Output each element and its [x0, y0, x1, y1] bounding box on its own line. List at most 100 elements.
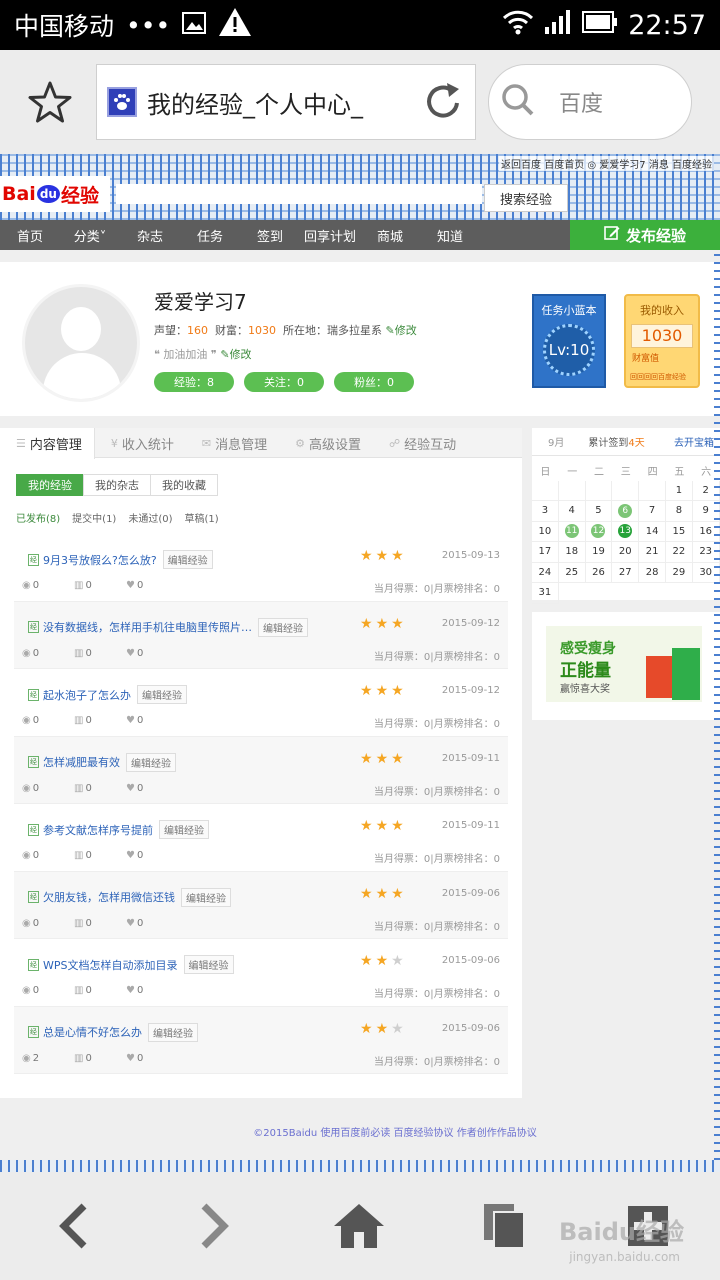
promo-banner[interactable]: 感受瘦身 正能量 赢惊喜大奖 — [546, 626, 702, 702]
subtab-my-favorites[interactable]: 我的收藏 — [150, 474, 218, 496]
likes-count: ♥ 0 — [126, 715, 144, 726]
rating-stars: ★★★ — [360, 683, 407, 699]
tab-message-management[interactable]: ✉ 消息管理 — [186, 428, 279, 458]
article-metrics: ◉ 0 ▥ 0 ♥ 0 — [22, 918, 178, 929]
heart-icon: ♥ — [126, 1052, 135, 1064]
calendar-day: 8 — [665, 501, 693, 522]
pencil-icon — [604, 225, 620, 245]
eye-icon: ◉ — [22, 647, 31, 659]
edit-experience-button[interactable]: 编辑经验 — [258, 617, 308, 637]
edit-experience-button[interactable]: 编辑经验 — [181, 887, 231, 907]
open-treasure-link[interactable]: 去开宝箱 — [674, 434, 714, 449]
nav-checkin[interactable]: 签到 — [240, 226, 300, 245]
filter-rejected[interactable]: 未通过(0) — [128, 510, 172, 525]
image-icon — [182, 11, 207, 40]
nav-zhidao[interactable]: 知道 — [420, 226, 480, 245]
back-icon[interactable] — [56, 1202, 90, 1254]
article-title[interactable]: 经 9月3号放假么?怎么放? 编辑经验 — [28, 550, 213, 569]
income-card[interactable]: 我的收入 1030 财富值 回回回回百度经验 — [624, 294, 700, 388]
bookmark-star-icon[interactable] — [22, 76, 78, 128]
article-title[interactable]: 经起水泡子了怎么办 编辑经验 — [28, 685, 187, 704]
filter-drafts[interactable]: 草稿(1) — [185, 510, 219, 525]
calendar-header: 9月 累计签到4天 去开宝箱 — [532, 428, 720, 456]
tabs-icon[interactable] — [482, 1202, 528, 1254]
forward-icon[interactable] — [198, 1202, 232, 1254]
subtab-my-magazine[interactable]: 我的杂志 — [83, 474, 151, 496]
search-icon — [501, 83, 535, 121]
tab-advanced-settings[interactable]: ⚙ 高级设置 — [279, 428, 373, 458]
article-title[interactable]: 经怎样减肥最有效 编辑经验 — [28, 752, 176, 772]
heart-icon: ♥ — [126, 647, 135, 659]
filter-submitting[interactable]: 提交中(1) — [72, 510, 116, 525]
calendar-day: 26 — [585, 562, 613, 583]
baidu-jingyan-logo[interactable]: Bai du 经验 — [0, 176, 110, 212]
tab-income-stats[interactable]: ¥ 收入统计 — [95, 428, 186, 458]
browser-search-box[interactable]: 百度 — [488, 64, 692, 140]
edit-experience-button[interactable]: 编辑经验 — [183, 955, 234, 974]
article-title[interactable]: 经没有数据线，怎样用手机往电脑里传照片… 编辑经验 — [28, 617, 308, 637]
nav-mall[interactable]: 商城 — [360, 226, 420, 245]
article-title[interactable]: 经 WPS文档怎样自动添加目录 编辑经验 — [28, 955, 234, 974]
reload-icon[interactable] — [421, 79, 465, 129]
baidu-watermark: Baidu经验 — [559, 1218, 684, 1246]
article-metrics: ◉ 0 ▥ 0 ♥ 0 — [22, 850, 178, 861]
edit-experience-button[interactable]: 编辑经验 — [126, 752, 176, 772]
heart-icon: ♥ — [126, 850, 135, 861]
sub-tabs: 我的经验 我的杂志 我的收藏 — [16, 474, 218, 496]
nav-home[interactable]: 首页 — [0, 226, 60, 245]
eye-icon: ◉ — [22, 580, 31, 591]
task-notebook[interactable]: 任务小蓝本 Lv:10 — [532, 294, 606, 388]
heart-icon: ♥ — [126, 715, 135, 726]
article-title[interactable]: 经欠朋友钱，怎样用微信还钱 编辑经验 — [28, 887, 231, 907]
top-links[interactable]: 返回百度 百度首页 ◎ 爱爱学习7 消息 百度经验 — [499, 156, 714, 171]
edit-experience-button[interactable]: 编辑经验 — [148, 1022, 198, 1042]
edit-motto-link[interactable]: ✎修改 — [220, 348, 251, 361]
publish-experience-button[interactable]: 发布经验 — [570, 220, 720, 250]
nav-category[interactable]: 分类˅ — [60, 226, 120, 245]
article-metrics: ◉ 0 ▥ 0 ♥ 0 — [22, 715, 178, 726]
document-icon: 经 — [28, 1026, 39, 1038]
edit-experience-button[interactable]: 编辑经验 — [137, 685, 187, 704]
article-title[interactable]: 经参考文献怎样序号提前 编辑经验 — [28, 820, 209, 839]
calendar-day: 13 — [612, 521, 640, 542]
tab-content-management[interactable]: ☰ 内容管理 — [0, 428, 95, 459]
filter-published[interactable]: 已发布(8) — [16, 510, 60, 525]
address-bar[interactable]: 我的经验_个人中心_ — [96, 64, 476, 140]
home-icon[interactable] — [332, 1202, 386, 1254]
fans-count-pill[interactable]: 粉丝：0 — [334, 372, 414, 392]
bar-chart-icon: ▥ — [74, 1052, 84, 1064]
edit-experience-button[interactable]: 编辑经验 — [159, 820, 209, 839]
table-row: 经怎样减肥最有效 编辑经验 ★★★ 2015-09-11 ◉ 0 ▥ 0 ♥ 0 当月得票：0|月票… — [14, 736, 508, 804]
publish-label: 发布经验 — [625, 226, 686, 245]
motto: ❝ 加油加油 ❞ ✎修改 — [154, 348, 252, 361]
heart-icon: ♥ — [126, 985, 135, 996]
subtab-my-experience[interactable]: 我的经验 — [16, 474, 84, 496]
tab-experience-interaction[interactable]: ☍ 经验互动 — [373, 428, 468, 458]
monthly-rank: 当月得票：0|月票榜排名：0 — [373, 786, 500, 798]
page-title-in-address: 我的经验_个人中心_ — [147, 90, 363, 119]
views-count: ◉ 0 — [22, 647, 40, 659]
votes-count: ▥ 0 — [74, 715, 92, 726]
site-search-input[interactable] — [116, 184, 482, 204]
browser-toolbar: 我的经验_个人中心_ 百度 — [0, 50, 720, 154]
following-count-pill[interactable]: 关注：0 — [244, 372, 324, 392]
calendar-day: 18 — [558, 542, 586, 563]
nav-share-plan[interactable]: 回享计划 — [300, 226, 360, 245]
weekday-label: 五 — [674, 466, 685, 478]
article-date: 2015-09-12 — [441, 685, 500, 696]
monthly-rank: 当月得票：0|月票榜排名：0 — [373, 921, 500, 933]
article-title[interactable]: 经总是心情不好怎么办 编辑经验 — [28, 1022, 198, 1042]
edit-experience-button[interactable]: 编辑经验 — [162, 550, 213, 569]
nav-magazine[interactable]: 杂志 — [120, 226, 180, 245]
bar-chart-icon: ▥ — [74, 850, 84, 861]
experience-count-pill[interactable]: 经验：8 — [154, 372, 234, 392]
status-filters: 已发布(8) 提交中(1) 未通过(0) 草稿(1) — [16, 510, 231, 525]
edit-location-link[interactable]: ✎修改 — [386, 324, 417, 337]
site-footer[interactable]: ©2015Baidu 使用百度前必读 百度经验协议 作者创作作品协议 — [0, 1124, 720, 1139]
search-experience-button[interactable]: 搜索经验 — [484, 184, 568, 212]
ad-box: 感受瘦身 正能量 赢惊喜大奖 — [532, 612, 720, 720]
calendar-blank — [532, 480, 559, 501]
avatar[interactable] — [22, 284, 140, 402]
calendar-day: 20 — [612, 542, 640, 563]
nav-tasks[interactable]: 任务 — [180, 226, 240, 245]
